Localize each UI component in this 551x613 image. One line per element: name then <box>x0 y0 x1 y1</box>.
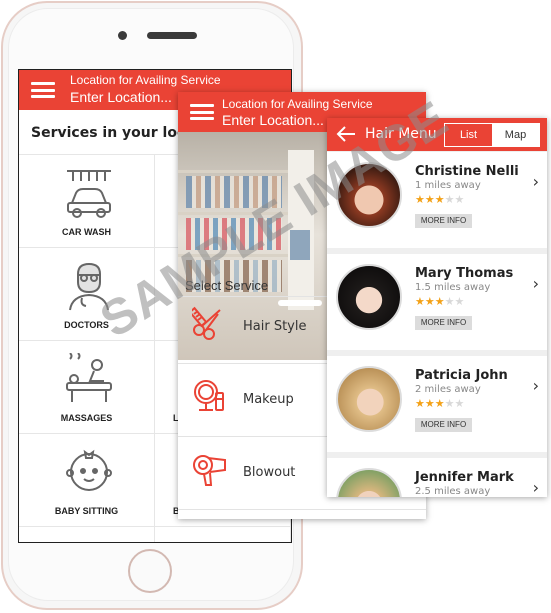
hair-dryer-icon <box>193 455 226 486</box>
tile-label: BABY SITTING <box>54 506 119 516</box>
chevron-right-icon[interactable]: › <box>533 274 539 293</box>
tile-label: MASSAGES <box>60 413 113 423</box>
location-input[interactable]: Enter Location... <box>70 89 172 105</box>
tile-partial[interactable] <box>19 527 155 542</box>
tile-massages[interactable]: MASSAGES <box>19 341 155 434</box>
menu-icon[interactable] <box>31 82 55 98</box>
front-camera <box>118 31 127 40</box>
location-label: Location for Availing Service <box>70 73 221 87</box>
avatar <box>336 264 402 330</box>
car-wash-icon <box>67 170 111 218</box>
service-label: Blowout <box>243 465 296 480</box>
tile-label: CAR WASH <box>62 227 111 237</box>
rating-stars: ★★★★★ <box>415 193 465 206</box>
baby-icon <box>66 449 112 491</box>
chevron-right-icon[interactable]: › <box>533 376 539 395</box>
service-label: Hair Style <box>243 319 307 334</box>
more-info-button[interactable]: MORE INFO <box>415 214 472 228</box>
more-info-button[interactable]: MORE INFO <box>415 316 472 330</box>
location-input[interactable]: Enter Location... <box>222 112 324 128</box>
makeup-mirror-icon <box>194 380 224 411</box>
stylist-distance: 2.5 miles away <box>415 486 491 497</box>
stylist-distance: 1 miles away <box>415 180 481 191</box>
tile-baby-sitting[interactable]: BABY SITTING <box>19 434 155 527</box>
massage-icon <box>66 353 112 402</box>
stylist-name: Christine Nelli <box>415 164 519 179</box>
scissors-comb-icon <box>192 306 221 340</box>
stylist-card[interactable]: Patricia John 2 miles away ★★★★★ MORE IN… <box>327 356 547 458</box>
view-toggle: List Map <box>444 123 540 147</box>
home-button[interactable] <box>128 549 172 593</box>
stylist-name: Jennifer Mark <box>415 470 514 485</box>
services-title: Services in your loca <box>31 125 195 141</box>
avatar <box>336 366 402 432</box>
rating-stars: ★★★★★ <box>415 397 465 410</box>
stylist-name: Mary Thomas <box>415 266 514 281</box>
tab-map[interactable]: Map <box>492 124 539 146</box>
menu-icon[interactable] <box>190 104 214 120</box>
chevron-right-icon[interactable]: › <box>533 478 539 497</box>
avatar <box>336 468 402 497</box>
service-label: Makeup <box>243 392 294 407</box>
stylist-card[interactable]: Jennifer Mark 2.5 miles away › <box>327 458 547 497</box>
stylist-distance: 2 miles away <box>415 384 481 395</box>
stylist-card[interactable]: Mary Thomas 1.5 miles away ★★★★★ MORE IN… <box>327 254 547 356</box>
location-label: Location for Availing Service <box>222 97 373 111</box>
earpiece-speaker <box>147 32 197 39</box>
rating-stars: ★★★★★ <box>415 295 465 308</box>
chevron-right-icon[interactable]: › <box>533 172 539 191</box>
stylist-name: Patricia John <box>415 368 508 383</box>
tile-partial[interactable] <box>155 527 291 542</box>
more-info-button[interactable]: MORE INFO <box>415 418 472 432</box>
stylist-list: Christine Nelli 1 miles away ★★★★★ MORE … <box>327 151 547 497</box>
stylist-distance: 1.5 miles away <box>415 282 491 293</box>
tile-car-wash[interactable]: CAR WASH <box>19 155 155 248</box>
